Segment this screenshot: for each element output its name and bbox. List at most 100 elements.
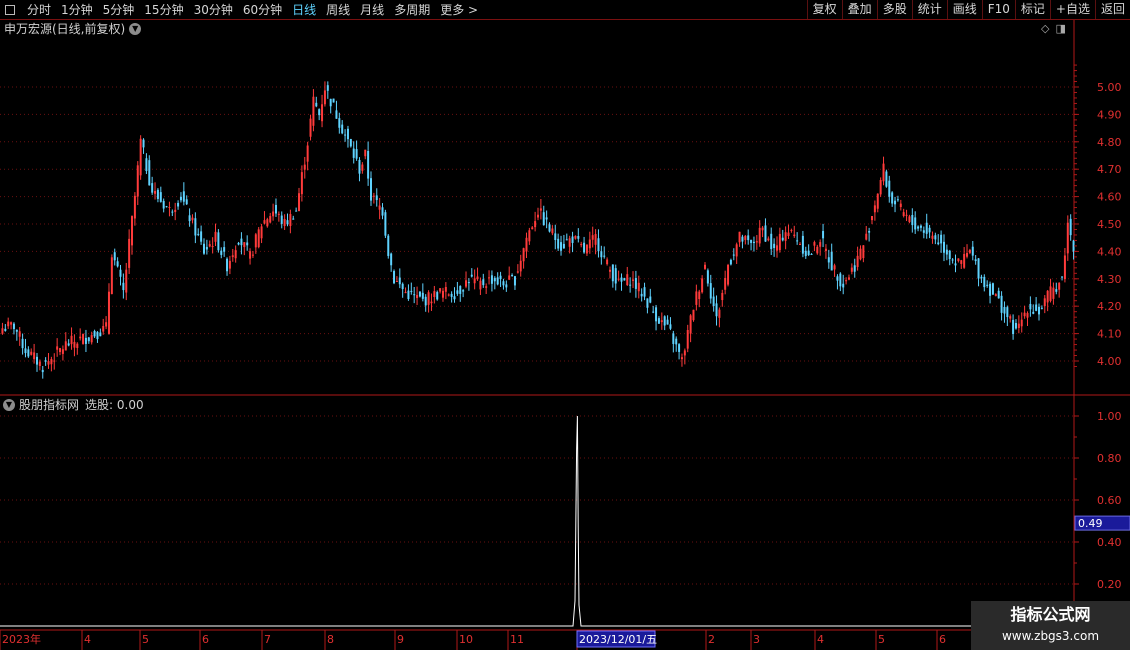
- candle-body: [960, 260, 963, 264]
- candle: [701, 275, 704, 294]
- candle-body: [378, 205, 381, 210]
- candle: [280, 211, 283, 229]
- period-tab-30min[interactable]: 30分钟: [189, 1, 238, 18]
- candle-body: [53, 360, 56, 362]
- candle: [652, 305, 655, 314]
- candle: [545, 210, 548, 229]
- period-tab-5min[interactable]: 5分钟: [98, 1, 140, 18]
- multi-stock-button[interactable]: 多股: [876, 0, 912, 19]
- candle-body: [269, 216, 272, 223]
- candle-body: [84, 337, 87, 344]
- candle-body: [997, 290, 1000, 299]
- candle-body: [968, 249, 971, 253]
- window-square-icon[interactable]: [5, 4, 15, 15]
- adjust-button[interactable]: 复权: [806, 0, 842, 19]
- candle: [778, 227, 781, 253]
- candle-body: [119, 269, 122, 277]
- period-tab-60min[interactable]: 60分钟: [238, 1, 287, 18]
- candle: [542, 205, 545, 226]
- chevron-down-icon[interactable]: ▼: [3, 399, 15, 411]
- stock-chart[interactable]: 5.00 4.90 4.80 4.70 4.60 4.50 4.40 4.30 4.20 4.10…: [0, 20, 1130, 650]
- candle: [159, 186, 162, 203]
- overlay-button[interactable]: 叠加: [841, 0, 877, 19]
- candle: [963, 247, 966, 269]
- f10-button[interactable]: F10: [981, 0, 1015, 19]
- candle: [807, 244, 810, 257]
- candle-body: [441, 290, 444, 298]
- candle-body: [951, 259, 954, 261]
- draw-line-button[interactable]: 画线: [946, 0, 982, 19]
- candle: [73, 334, 76, 357]
- candle-body: [4, 328, 7, 331]
- candle-body: [142, 139, 145, 148]
- candle: [709, 274, 712, 304]
- candle: [200, 225, 203, 245]
- candle: [467, 278, 470, 291]
- candle-body: [896, 199, 899, 201]
- candle: [568, 235, 571, 254]
- period-tab-multi[interactable]: 多周期: [389, 1, 435, 18]
- candle-body: [1069, 218, 1072, 236]
- candle-body: [410, 290, 413, 292]
- candle-body: [519, 260, 522, 272]
- statistics-button[interactable]: 统计: [911, 0, 947, 19]
- period-tab-monthly[interactable]: 月线: [355, 1, 389, 18]
- candle-body: [367, 150, 370, 179]
- candle: [511, 273, 514, 277]
- period-tab-weekly[interactable]: 周线: [321, 1, 355, 18]
- candle-body: [12, 323, 15, 330]
- candle: [853, 258, 856, 278]
- candle: [344, 129, 347, 142]
- candle-body: [372, 195, 375, 197]
- candle: [738, 231, 741, 247]
- candle-body: [7, 321, 10, 327]
- diamond-icon[interactable]: ◇: [1041, 21, 1049, 37]
- candle: [1063, 247, 1066, 283]
- period-tab-intraday[interactable]: 分时: [22, 1, 56, 18]
- candle-body: [272, 211, 275, 217]
- candle-body: [735, 244, 738, 257]
- candle: [770, 227, 773, 255]
- candle-body: [1052, 287, 1055, 299]
- candle: [1023, 305, 1026, 319]
- candle-body: [954, 263, 957, 266]
- candle: [87, 336, 90, 344]
- period-tab-daily[interactable]: 日线: [287, 1, 321, 18]
- candle: [960, 259, 963, 269]
- candle-body: [790, 229, 793, 231]
- period-tab-more[interactable]: 更多 >: [435, 1, 483, 18]
- candle: [154, 182, 157, 200]
- candle: [168, 201, 171, 217]
- candle-body: [364, 149, 367, 157]
- candle-body: [948, 250, 951, 260]
- candle-body: [352, 148, 355, 158]
- candle-body: [369, 178, 372, 201]
- candle: [243, 242, 246, 256]
- candle-body: [525, 237, 528, 252]
- candle-body: [957, 258, 960, 262]
- add-watchlist-button[interactable]: +自选: [1049, 0, 1095, 19]
- candle: [326, 81, 329, 99]
- panel-toggle-icon[interactable]: ◨: [1055, 21, 1065, 37]
- candle-body: [931, 235, 934, 239]
- period-selector: 分时 1分钟 5分钟 15分钟 30分钟 60分钟 日线 周线 月线 多周期 更…: [0, 0, 483, 19]
- candle-body: [701, 278, 704, 293]
- candle: [718, 307, 721, 328]
- period-tab-15min[interactable]: 15分钟: [139, 1, 188, 18]
- candle-body: [1017, 323, 1020, 328]
- period-tab-1min[interactable]: 1分钟: [56, 1, 98, 18]
- candle-body: [30, 351, 33, 355]
- candle-body: [859, 248, 862, 260]
- candle: [116, 257, 119, 268]
- candle-body: [462, 290, 465, 292]
- chevron-down-icon[interactable]: ▼: [129, 23, 142, 35]
- mark-button[interactable]: 标记: [1014, 0, 1050, 19]
- candle: [942, 234, 945, 262]
- candle-body: [467, 282, 470, 284]
- back-button[interactable]: 返回: [1094, 0, 1130, 19]
- candle-body: [18, 331, 21, 337]
- candle: [323, 81, 326, 107]
- candle: [453, 287, 456, 303]
- candle: [634, 270, 637, 298]
- candle: [165, 205, 168, 208]
